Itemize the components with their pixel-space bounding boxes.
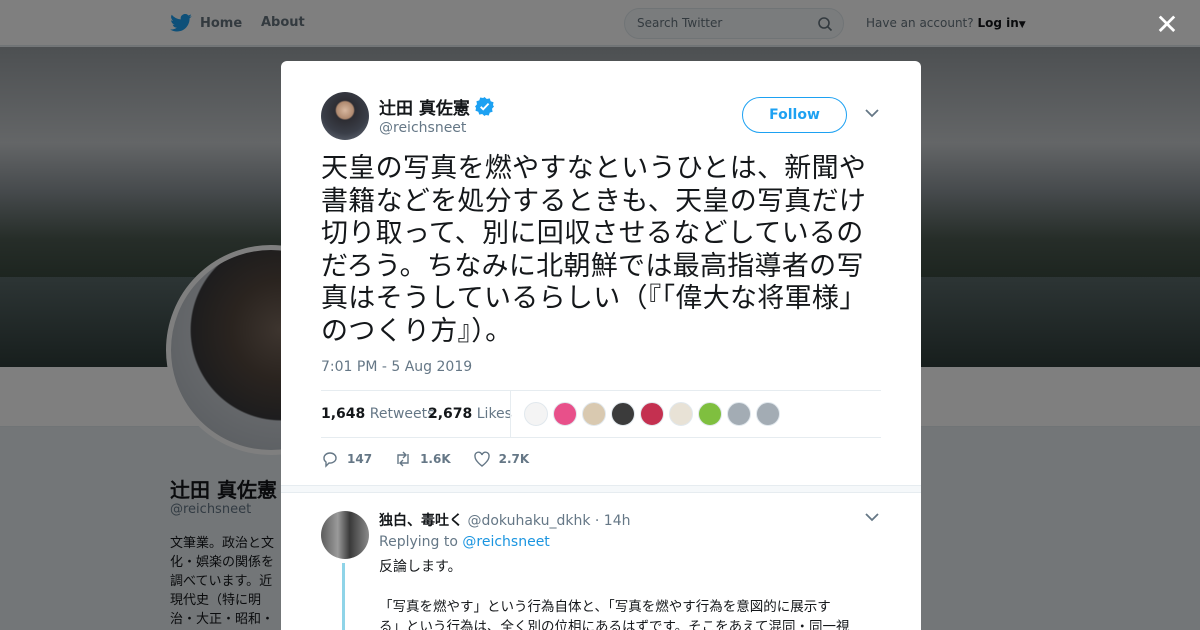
reply-author-handle[interactable]: @dokuhaku_dkhk [467, 513, 590, 529]
replying-to: Replying to @reichsneet [379, 534, 550, 550]
replying-to-link[interactable]: @reichsneet [462, 534, 549, 550]
liker-avatar[interactable] [611, 402, 635, 426]
reply-text-line-2: 「写真を燃やす」という行為自体と、「写真を燃やす行為を意図的に展示す [379, 599, 831, 615]
liker-avatar[interactable] [756, 402, 780, 426]
retweet-icon[interactable] [394, 450, 412, 468]
likes-stat[interactable]: 2,678 Likes [428, 406, 512, 422]
likes-label: Likes [476, 406, 512, 422]
retweets-stat[interactable]: 1,648 Retweets [321, 406, 434, 422]
author-name-row[interactable]: 辻田 真佐憲 [379, 94, 494, 119]
tweet-stats: 1,648 Retweets 2,678 Likes [321, 390, 881, 438]
likes-count: 2,678 [428, 406, 473, 422]
reply-text-line-3: る」という行為は、全く別の位相にあるはずです。そこをあえて混同・同一視 [379, 619, 850, 630]
author-name[interactable]: 辻田 真佐憲 [379, 94, 470, 119]
reply-avatar[interactable] [321, 511, 369, 559]
retweets-count: 1,648 [321, 406, 366, 422]
liker-avatar[interactable] [727, 402, 751, 426]
retweets-label: Retweets [369, 406, 435, 422]
liker-avatar[interactable] [669, 402, 693, 426]
reply-icon[interactable] [321, 450, 339, 468]
close-button[interactable]: ✕ [1152, 10, 1182, 40]
retweet-count: 1.6K [420, 452, 451, 466]
reply-time[interactable]: · 14h [595, 513, 631, 529]
liker-avatar[interactable] [582, 402, 606, 426]
like-count: 2.7K [498, 452, 530, 466]
stats-divider [510, 391, 511, 438]
heart-icon[interactable] [473, 450, 491, 468]
liker-avatars [524, 402, 780, 426]
tweet-text: 天皇の写真を燃やすなというひとは、新聞や書籍などを処分するときも、天皇の写真だけ… [321, 153, 867, 347]
like-action[interactable]: 2.7K [473, 450, 530, 468]
liker-avatar[interactable] [553, 402, 577, 426]
reply-count: 147 [347, 452, 373, 466]
chevron-down-icon[interactable] [865, 109, 879, 118]
author-avatar[interactable] [321, 92, 369, 140]
thread-line [342, 563, 345, 630]
tweet-actions: 147 1.6K 2.7K [321, 449, 551, 469]
tweet-timestamp[interactable]: 7:01 PM - 5 Aug 2019 [321, 359, 472, 375]
retweet-action[interactable]: 1.6K [394, 450, 451, 468]
liker-avatar[interactable] [698, 402, 722, 426]
reply-author-name[interactable]: 独白、毒吐く [379, 513, 463, 529]
reply-chevron-down-icon[interactable] [865, 513, 879, 522]
reply-header: 独白、毒吐く @dokuhaku_dkhk · 14h [379, 510, 630, 530]
reply-text-line-1: 反論します。 [379, 559, 462, 575]
tweet-modal: 辻田 真佐憲 @reichsneet Follow 天皇の写真を燃やすなというひ… [281, 61, 921, 630]
liker-avatar[interactable] [640, 402, 664, 426]
follow-button[interactable]: Follow [742, 97, 847, 133]
liker-avatar[interactable] [524, 402, 548, 426]
replying-prefix: Replying to [379, 534, 458, 550]
author-handle[interactable]: @reichsneet [379, 120, 466, 136]
replies-separator [281, 485, 921, 493]
reply-action[interactable]: 147 [321, 450, 372, 468]
verified-badge-icon [474, 97, 494, 116]
